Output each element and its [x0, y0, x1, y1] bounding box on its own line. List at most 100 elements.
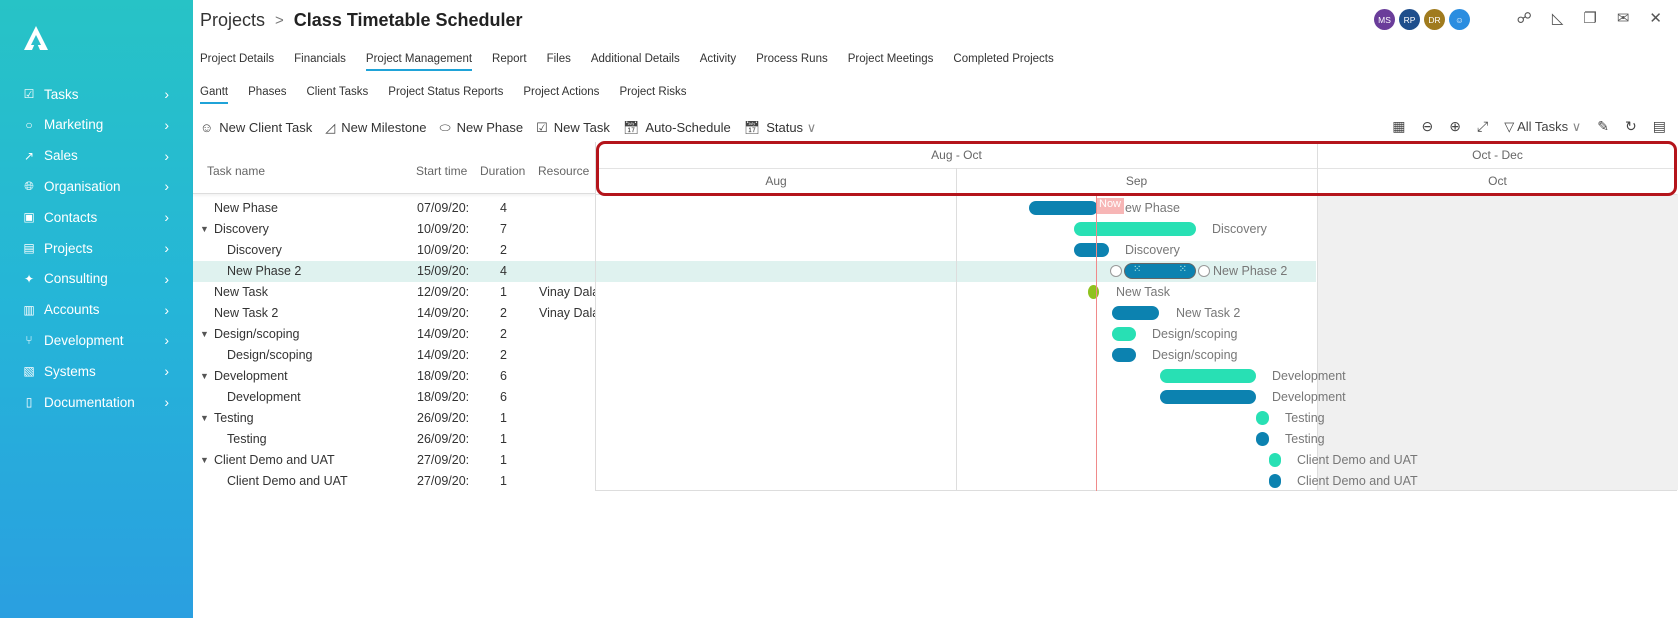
chevron-right-icon: ›: [164, 178, 169, 195]
expand-caret-icon[interactable]: ▼: [200, 413, 209, 423]
tab-completed-projects[interactable]: Completed Projects: [953, 53, 1053, 71]
zoom-in-icon[interactable]: ⊕: [1449, 118, 1461, 135]
sidebar-item-label: Documentation: [44, 394, 135, 410]
sidebar-item-contacts[interactable]: ▣ Contacts ›: [0, 203, 193, 231]
sidebar-item-documentation[interactable]: ▯ Documentation ›: [0, 388, 193, 416]
calendar-edit-icon: 📅︎: [743, 120, 761, 135]
sidebar-item-development[interactable]: ⑂ Development ›: [0, 326, 193, 354]
task-name: Client Demo and UAT: [214, 453, 335, 467]
task-name: Design/scoping: [227, 348, 313, 362]
sidebar-item-systems[interactable]: ▧ Systems ›: [0, 357, 193, 385]
sidebar-item-tasks[interactable]: ☑ Tasks ›: [0, 80, 193, 108]
chevron-right-icon: >: [275, 12, 284, 29]
chevron-right-icon: ›: [164, 240, 169, 256]
sidebar-item-projects[interactable]: ▤ Projects ›: [0, 234, 193, 262]
subtab-phases[interactable]: Phases: [248, 86, 286, 104]
subtab-project-status-reports[interactable]: Project Status Reports: [388, 86, 503, 104]
tab-project-meetings[interactable]: Project Meetings: [848, 53, 934, 71]
task-bar[interactable]: [1160, 390, 1256, 404]
tab-project-details[interactable]: Project Details: [200, 53, 274, 71]
subtab-gantt[interactable]: Gantt: [200, 86, 229, 104]
task-bar[interactable]: ⁙ ⁙: [1125, 264, 1195, 278]
subtab-project-risks[interactable]: Project Risks: [619, 86, 686, 104]
label: New Milestone: [341, 120, 427, 135]
avatar[interactable]: ☺: [1449, 9, 1470, 30]
copy-icon[interactable]: ❐: [1583, 9, 1596, 27]
sidebar-item-label: Consulting: [44, 271, 108, 287]
avatar[interactable]: MS: [1374, 9, 1395, 30]
task-bar[interactable]: [1112, 348, 1136, 362]
link-handle-end[interactable]: [1198, 265, 1210, 277]
sidebar-item-organisation[interactable]: 🌐︎ Organisation ›: [0, 172, 193, 200]
mail-icon[interactable]: ✉: [1617, 9, 1630, 27]
tab-activity[interactable]: Activity: [700, 53, 736, 71]
drag-handle-icon[interactable]: ⁙: [1133, 264, 1141, 275]
phase-summary-bar[interactable]: [1112, 327, 1136, 341]
auto-schedule-button[interactable]: 📅︎ Auto-Schedule: [623, 120, 731, 136]
zoom-out-icon[interactable]: ⊖: [1422, 118, 1434, 135]
label: Status: [766, 120, 804, 135]
expand-icon[interactable]: ⤢: [1477, 118, 1488, 135]
bar-label: New Phase: [1116, 201, 1180, 215]
expand-caret-icon[interactable]: ▼: [200, 224, 209, 234]
close-icon[interactable]: ✕: [1649, 9, 1662, 27]
task-bar[interactable]: [1029, 201, 1098, 215]
task-bar[interactable]: [1112, 306, 1159, 320]
new-client-task-button[interactable]: ☺ New Client Task: [200, 120, 312, 136]
status-dropdown[interactable]: 📅︎ Status ∨: [744, 120, 817, 136]
sidebar-item-marketing[interactable]: ○ Marketing ›: [0, 111, 193, 139]
tab-process-runs[interactable]: Process Runs: [756, 53, 828, 71]
avatar-initials: RP: [1403, 14, 1416, 25]
new-milestone-button[interactable]: ◿ New Milestone: [325, 120, 426, 136]
resource: Vinay Dala: [539, 285, 595, 299]
workflow-icon[interactable]: ☍: [1517, 9, 1532, 27]
refresh-icon[interactable]: ↻: [1625, 118, 1637, 135]
today-marker: [1096, 194, 1097, 491]
sidebar-item-label: Sales: [44, 148, 78, 164]
sidebar-item-label: Contacts: [44, 209, 98, 225]
column-task-name[interactable]: Task name: [207, 164, 265, 178]
column-settings-icon[interactable]: ▤: [1653, 118, 1666, 135]
edit-icon[interactable]: ✎: [1597, 118, 1609, 135]
sidebar-item-accounts[interactable]: ▥ Accounts ›: [0, 296, 193, 324]
task-bar[interactable]: [1256, 432, 1269, 446]
link-handle-start[interactable]: [1110, 265, 1122, 277]
filter-dropdown[interactable]: ▽ All Tasks ∨: [1504, 119, 1581, 135]
expand-caret-icon[interactable]: ▼: [200, 371, 209, 381]
user-icon: ☺: [200, 120, 214, 135]
phase-summary-bar[interactable]: [1256, 411, 1269, 425]
avatar[interactable]: DR: [1424, 9, 1445, 30]
tab-report[interactable]: Report: [492, 53, 527, 71]
milestone-marker[interactable]: [1088, 285, 1099, 299]
new-phase-button[interactable]: ⬭ New Phase: [440, 120, 524, 136]
ruler-icon[interactable]: ◺: [1552, 9, 1564, 27]
task-bar[interactable]: [1269, 474, 1281, 488]
breadcrumb-projects[interactable]: Projects: [200, 10, 265, 31]
column-start-time[interactable]: Start time: [416, 164, 467, 178]
new-task-button[interactable]: ☑ New Task: [536, 120, 610, 136]
avatar-initials: DR: [1428, 14, 1441, 25]
subtab-client-tasks[interactable]: Client Tasks: [307, 86, 369, 104]
phase-summary-bar[interactable]: [1074, 222, 1196, 236]
tab-files[interactable]: Files: [547, 53, 571, 71]
subtab-project-actions[interactable]: Project Actions: [523, 86, 599, 104]
sidebar-item-consulting[interactable]: ✦ Consulting ›: [0, 265, 193, 293]
tab-financials[interactable]: Financials: [294, 53, 346, 71]
expand-caret-icon[interactable]: ▼: [200, 455, 209, 465]
avatar[interactable]: RP: [1399, 9, 1420, 30]
phase-summary-bar[interactable]: [1160, 369, 1256, 383]
start-time: 14/09/20:: [417, 327, 470, 341]
column-resource[interactable]: Resource: [538, 164, 589, 178]
column-duration[interactable]: Duration: [480, 164, 525, 178]
task-bar[interactable]: [1074, 243, 1109, 257]
sidebar-item-sales[interactable]: ↗ Sales ›: [0, 142, 193, 170]
drag-handle-icon[interactable]: ⁙: [1179, 264, 1187, 275]
tab-additional-details[interactable]: Additional Details: [591, 53, 680, 71]
phase-summary-bar[interactable]: [1269, 453, 1281, 467]
expand-caret-icon[interactable]: ▼: [200, 329, 209, 339]
export-excel-icon[interactable]: ▦: [1392, 118, 1405, 135]
bar-label: Development: [1272, 369, 1346, 383]
tab-project-management[interactable]: Project Management: [365, 53, 473, 71]
app-logo[interactable]: [22, 24, 50, 52]
chart-icon: ↗: [23, 148, 35, 163]
